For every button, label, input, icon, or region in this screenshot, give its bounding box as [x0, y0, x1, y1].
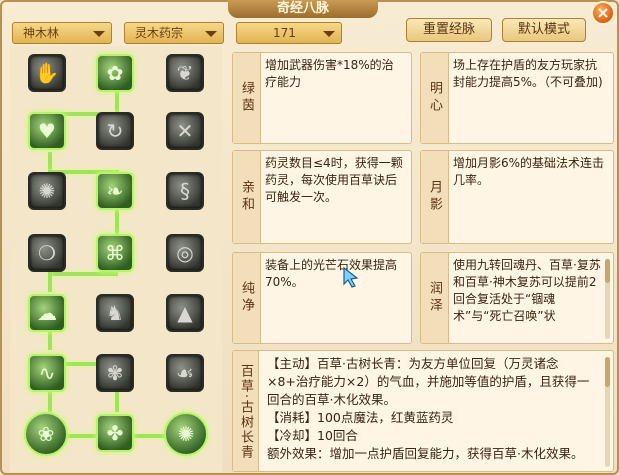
talent-desc: 装备上的光芒石效果提高70%。 [265, 258, 398, 289]
talent-name: 绿茵 [233, 53, 261, 143]
talent-desc: 增加武器伤害*18%的治疗能力 [265, 58, 394, 89]
faction-dropdown[interactable]: 灵木药宗 [124, 22, 224, 44]
tree-seed-icon[interactable]: ✤ [96, 414, 134, 452]
window-title: 奇经八脉 [228, 0, 378, 18]
cloud-icon[interactable]: ☁ [28, 294, 66, 332]
vine-icon[interactable]: ⌘ [96, 234, 134, 272]
talent-card-chunjing[interactable]: 纯净 装备上的光芒石效果提高70%。 [232, 252, 412, 344]
chevron-down-icon [93, 31, 105, 37]
talent-card-lvyin[interactable]: 绿茵 增加武器伤害*18%的治疗能力 [232, 52, 412, 144]
talent-desc: 场上存在护盾的友方玩家抗封能力提高5%。（不可叠加) [453, 58, 603, 89]
detail-line: 额外效果：增加一点护盾回复能力，获得百草·木化效果。 [267, 446, 584, 461]
fern-icon[interactable]: ✾ [96, 354, 134, 392]
spiral-icon[interactable]: ◎ [166, 234, 204, 272]
cursor-icon [343, 266, 359, 288]
flame-leaf-icon[interactable]: ❧ [96, 172, 134, 210]
scrollbar-thumb[interactable] [605, 357, 610, 387]
skill-detail-panel: 百草·古树长青 【主动】百草·古树长青：为友方单位回复（万灵诸念×8+治疗能力×… [232, 350, 614, 472]
school-dropdown-value: 神木林 [23, 26, 60, 40]
talent-card-runze[interactable]: 润泽 使用九转回魂丹、百草·复苏和百草·神木复苏可以提前2回合复活处于“锢魂术”… [420, 252, 614, 344]
bomb-icon[interactable]: ✺ [28, 172, 66, 210]
crossed-tools-icon[interactable]: ✕ [166, 112, 204, 150]
serpent-icon[interactable]: ∿ [28, 354, 66, 392]
heart-icon[interactable]: ♥ [28, 112, 66, 150]
detail-line: 【消耗】100点魔法，红黄蓝药灵 [267, 410, 454, 425]
talent-card-qinhe[interactable]: 亲和 药灵数目≤4时，获得一颗药灵，每次使用百草诀后可触发一次。 [232, 150, 412, 244]
swirl-icon[interactable]: ↻ [96, 112, 134, 150]
wave-icon[interactable]: § [166, 172, 204, 210]
chevron-down-icon [323, 31, 335, 37]
scrollbar-thumb[interactable] [605, 259, 610, 283]
talent-name: 纯净 [233, 253, 261, 343]
school-dropdown[interactable]: 神木林 [12, 22, 112, 44]
talent-card-yueying[interactable]: 月影 增加月影6%的基础法术连击几率。 [420, 150, 614, 244]
scrollbar[interactable] [605, 259, 610, 339]
skill-detail-text: 【主动】百草·古树长青：为友方单位回复（万灵诸念×8+治疗能力×2）的气血，并施… [267, 355, 599, 463]
close-button[interactable]: × [591, 1, 615, 25]
talent-name: 亲和 [233, 151, 261, 243]
talent-desc: 增加月影6%的基础法术连击几率。 [453, 156, 605, 187]
reset-meridian-button[interactable]: 重置经脉 [406, 18, 492, 42]
detail-line: 【主动】百草·古树长青：为友方单位回复（万灵诸念×8+治疗能力×2）的气血，并施… [267, 356, 590, 407]
open-hand-icon[interactable]: ☙ [166, 354, 204, 392]
skill-detail-name: 百草·古树长青 [233, 351, 259, 471]
scrollbar[interactable] [605, 357, 610, 467]
talent-desc: 使用九转回魂丹、百草·复苏和百草·神木复苏可以提前2回合复活处于“锢魂术”与“死… [453, 258, 601, 323]
leaf-cluster-icon[interactable]: ❦ [166, 54, 204, 92]
level-dropdown-value: 171 [273, 26, 296, 40]
talent-card-mingxin[interactable]: 明心 场上存在护盾的友方玩家抗封能力提高5%。（不可叠加) [420, 52, 614, 144]
chevron-down-icon [205, 31, 217, 37]
talent-name: 月影 [421, 151, 449, 243]
hand-leaf-icon[interactable]: ✋ [28, 54, 66, 92]
detail-line: 【冷却】10回合 [267, 428, 358, 443]
talent-name: 明心 [421, 53, 449, 143]
talent-desc: 药灵数目≤4时，获得一颗药灵，每次使用百草诀后可触发一次。 [265, 156, 403, 204]
meridian-tree: ✋ ✿ ❦ ♥ ↻ ✕ ✺ ❧ § ❍ ⌘ ◎ ☁ ♞ ▲ ∿ ✾ ☙ ❀ ✤ … [10, 46, 222, 472]
talent-name: 润泽 [421, 253, 449, 343]
sprout-icon[interactable]: ✿ [96, 54, 134, 92]
vortex-icon[interactable]: ✺ [164, 412, 208, 456]
rabbit-icon[interactable]: ♞ [96, 294, 134, 332]
faction-dropdown-value: 灵木药宗 [135, 26, 184, 40]
orb-leaf-icon[interactable]: ❀ [24, 412, 68, 456]
default-mode-button[interactable]: 默认模式 [502, 18, 586, 42]
level-dropdown[interactable]: 171 [236, 22, 342, 44]
wreath-icon[interactable]: ❍ [28, 234, 66, 272]
peak-icon[interactable]: ▲ [166, 294, 204, 332]
